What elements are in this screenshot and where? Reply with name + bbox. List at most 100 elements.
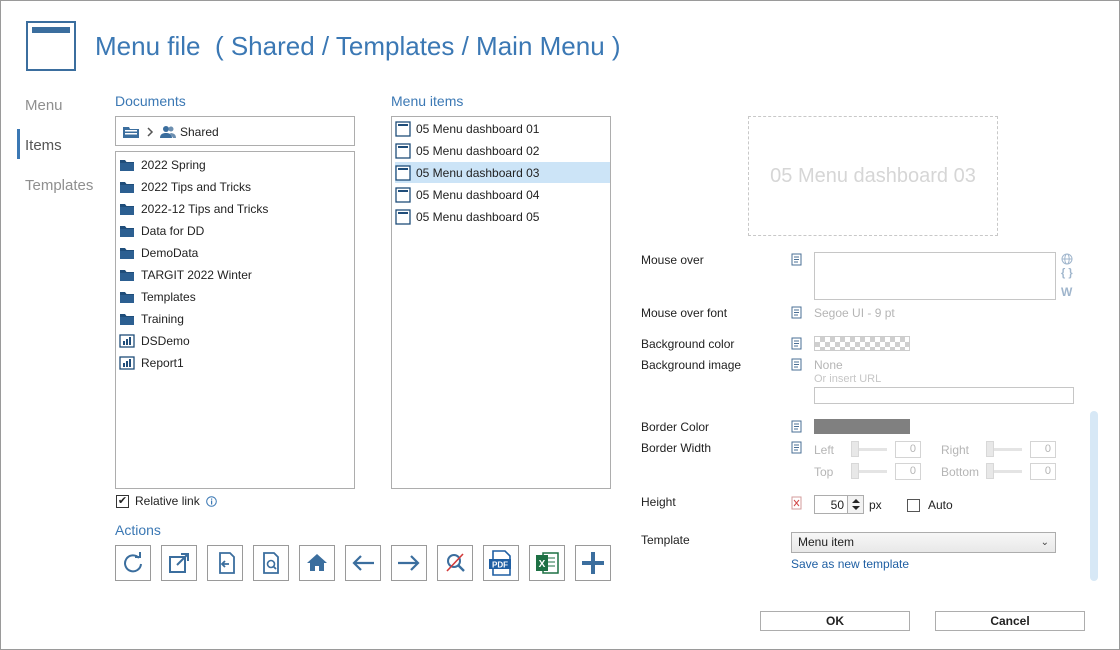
border-top-input[interactable]: 0 (895, 463, 921, 480)
properties-scrollbar[interactable] (1090, 411, 1098, 581)
nav-item-menu[interactable]: Menu (25, 97, 63, 114)
import-button[interactable] (207, 545, 243, 581)
report-icon (119, 333, 135, 348)
border-right-input[interactable]: 0 (1030, 441, 1056, 458)
inherit-icon[interactable] (791, 420, 803, 433)
border-bottom-slider[interactable] (986, 463, 1022, 479)
excel-icon: X (536, 552, 559, 574)
border-right-slider[interactable] (986, 441, 1022, 457)
folder-icon (120, 291, 134, 303)
document-item-label: TARGIT 2022 Winter (141, 267, 252, 282)
menu-item-row[interactable]: 05 Menu dashboard 04 (395, 184, 610, 205)
template-label: Template (641, 533, 690, 547)
add-button[interactable] (575, 545, 611, 581)
menu-item-icon (395, 164, 411, 181)
document-item-label: Templates (141, 289, 196, 304)
border-width-label: Border Width (641, 441, 712, 455)
document-item[interactable]: DemoData (119, 242, 198, 263)
background-color-label: Background color (641, 337, 735, 351)
nav-item-items[interactable]: Items (25, 137, 62, 154)
search-document-button[interactable] (253, 545, 289, 581)
background-color-swatch[interactable] (814, 336, 910, 351)
document-item[interactable]: 2022 Spring (119, 154, 206, 175)
globe-icon[interactable] (1061, 253, 1073, 265)
cancel-button[interactable]: Cancel (935, 611, 1085, 631)
export-pdf-button[interactable]: PDF (483, 545, 519, 581)
border-left-input[interactable]: 0 (895, 441, 921, 458)
export-excel-button[interactable]: X (529, 545, 565, 581)
inherit-icon[interactable] (791, 337, 803, 350)
auto-height-checkbox[interactable] (907, 498, 920, 512)
nav-item-templates[interactable]: Templates (25, 177, 93, 194)
open-external-button[interactable] (161, 545, 197, 581)
inherit-icon[interactable] (791, 253, 803, 266)
document-item[interactable]: 2022-12 Tips and Tricks (119, 198, 268, 219)
document-item[interactable]: Templates (119, 286, 196, 307)
clear-search-button[interactable] (437, 545, 473, 581)
height-stepper[interactable]: 50 (814, 495, 864, 514)
inherit-off-icon[interactable] (791, 496, 803, 510)
mouse-over-font-label: Mouse over font (641, 306, 728, 320)
title-text: Menu file (95, 31, 201, 61)
menu-item-row[interactable]: 05 Menu dashboard 03 (395, 162, 610, 183)
menu-item-icon (395, 208, 411, 225)
menu-item-row[interactable]: 05 Menu dashboard 01 (395, 118, 610, 139)
breadcrumb: Shared (115, 116, 355, 146)
document-item-label: Data for DD (141, 223, 205, 238)
menu-item-label: 05 Menu dashboard 04 (416, 187, 540, 202)
document-item-label: Report1 (141, 355, 184, 370)
menu-item-row[interactable]: 05 Menu dashboard 02 (395, 140, 610, 161)
inherit-icon[interactable] (791, 358, 803, 371)
open-external-icon (169, 553, 189, 573)
breadcrumb-shared[interactable]: Shared (180, 125, 219, 139)
inherit-icon[interactable] (791, 441, 803, 454)
menu-items-list: 05 Menu dashboard 01 05 Menu dashboard 02… (391, 116, 611, 489)
relative-link-checkbox[interactable]: ✔ (116, 494, 129, 508)
back-button[interactable] (345, 545, 381, 581)
document-item[interactable]: 2022 Tips and Tricks (119, 176, 251, 197)
braces-icon[interactable]: { } (1061, 267, 1073, 279)
folder-icon (120, 181, 134, 193)
document-item[interactable]: Training (119, 308, 184, 329)
document-item[interactable]: Data for DD (119, 220, 204, 241)
ok-button[interactable]: OK (760, 611, 910, 631)
folder-icon (120, 247, 134, 259)
forward-button[interactable] (391, 545, 427, 581)
document-item[interactable]: DSDemo (119, 330, 190, 351)
info-icon[interactable] (205, 495, 217, 507)
w-icon[interactable]: W (1061, 285, 1072, 299)
menu-item-label: 05 Menu dashboard 03 (416, 165, 540, 180)
document-item[interactable]: Report1 (119, 352, 184, 373)
height-spin-buttons[interactable] (847, 496, 863, 513)
border-color-label: Border Color (641, 420, 710, 434)
documents-label: Documents (115, 93, 186, 109)
border-bottom-input[interactable]: 0 (1030, 463, 1056, 480)
save-as-new-template-link[interactable]: Save as new template (791, 557, 909, 571)
background-image-url-input[interactable] (814, 387, 1074, 404)
documents-list: 2022 Spring 2022 Tips and Tricks 2022-12 T… (115, 151, 355, 489)
folder-root-icon[interactable] (122, 125, 140, 139)
refresh-button[interactable] (115, 545, 151, 581)
template-select[interactable]: Menu item ⌄ (791, 532, 1056, 553)
document-item[interactable]: TARGIT 2022 Winter (119, 264, 252, 285)
mouse-over-font-value[interactable]: Segoe UI - 9 pt (814, 306, 895, 320)
border-top-slider[interactable] (851, 463, 887, 479)
menu-item-label: 05 Menu dashboard 01 (416, 121, 540, 136)
background-image-value[interactable]: None (814, 358, 843, 372)
home-icon (307, 554, 327, 571)
refresh-icon (124, 552, 142, 573)
inherit-icon[interactable] (791, 306, 803, 319)
home-button[interactable] (299, 545, 335, 581)
document-item-label: DSDemo (141, 333, 190, 348)
auto-height-row: Auto (907, 498, 953, 512)
shared-users-icon (160, 126, 176, 138)
border-left-label: Left (814, 443, 835, 457)
border-left-slider[interactable] (851, 441, 887, 457)
title-path: ( Shared / Templates / Main Menu ) (214, 31, 621, 61)
height-unit: px (869, 498, 882, 512)
svg-text:PDF: PDF (492, 561, 508, 570)
mouse-over-input[interactable] (814, 252, 1056, 300)
border-right-label: Right (941, 443, 970, 457)
menu-item-row[interactable]: 05 Menu dashboard 05 (395, 206, 610, 227)
border-color-swatch[interactable] (814, 419, 910, 434)
